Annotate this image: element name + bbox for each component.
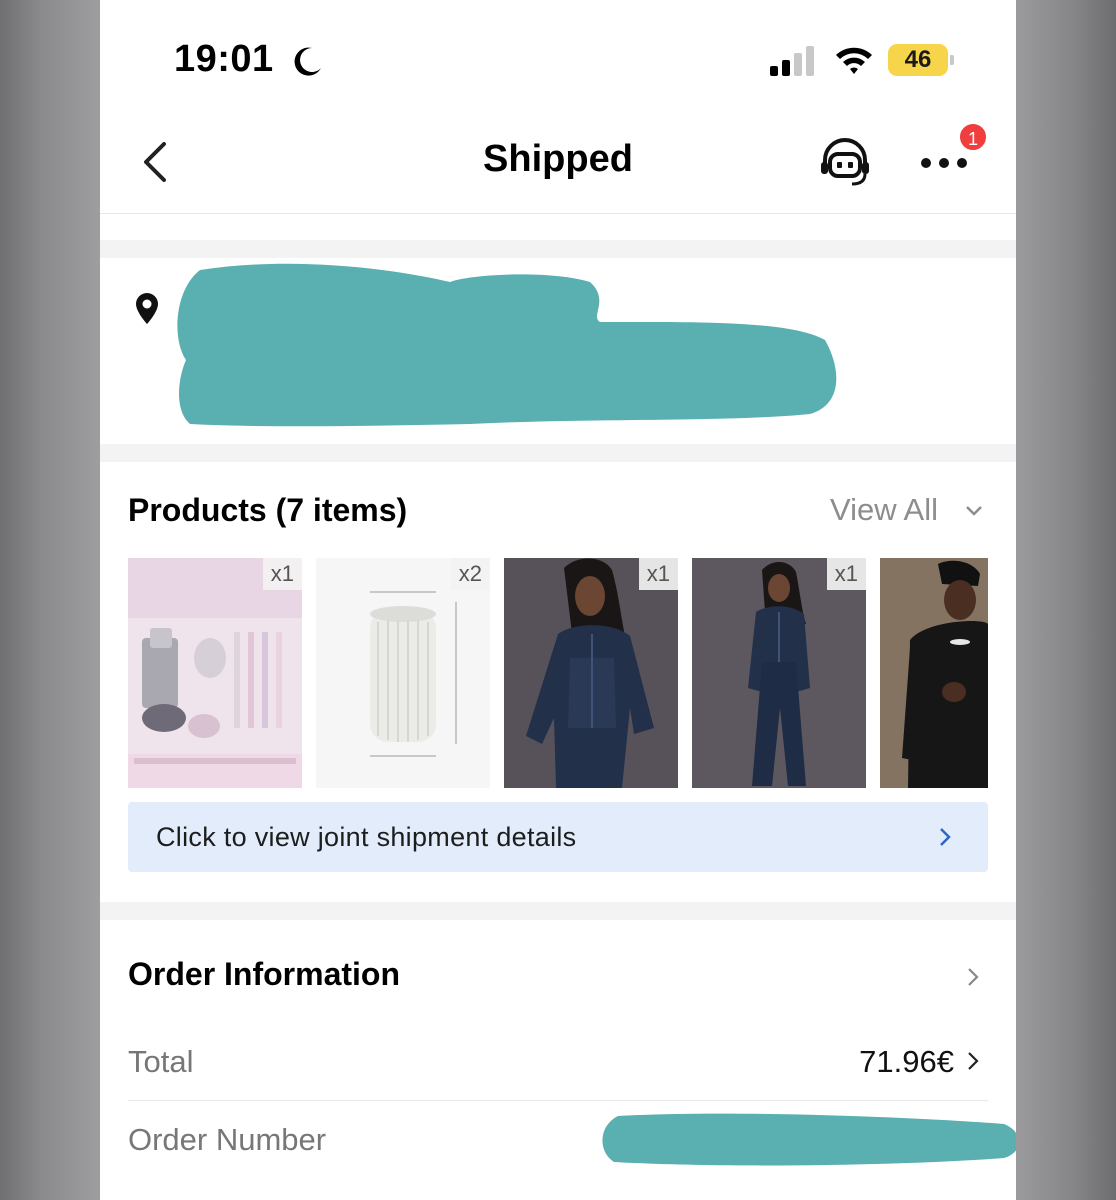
products-title: Products (7 items) — [128, 492, 408, 528]
product-thumb-vase[interactable]: x2 — [316, 558, 490, 788]
notification-badge: 1 — [958, 122, 988, 152]
redacted-address — [177, 263, 837, 427]
total-label: Total — [128, 1044, 194, 1079]
sweatshirt-image — [880, 558, 988, 788]
joint-shipment-text: Click to view joint shipment details — [156, 822, 577, 852]
product-thumbnails: x1 x2 x1 x1 — [128, 558, 1016, 788]
chevron-right-icon[interactable] — [966, 1050, 980, 1072]
status-bar: 19:01 46 — [100, 0, 1016, 110]
section-divider — [100, 444, 1016, 462]
order-information-title[interactable]: Order Information — [128, 956, 400, 993]
status-time: 19:01 — [174, 38, 274, 80]
section-divider — [100, 902, 1016, 920]
phone-screen: 19:01 46 Shipped 1 Products (7 items) Vi… — [100, 0, 1016, 1200]
pen-set-image — [128, 558, 302, 788]
nav-bar: Shipped 1 — [100, 110, 1016, 214]
product-qty: x1 — [262, 558, 302, 590]
row-divider — [128, 1100, 988, 1101]
page-title: Shipped — [483, 138, 633, 180]
product-thumb-sweatshirt[interactable] — [880, 558, 988, 788]
moon-icon — [294, 47, 321, 76]
wifi-icon — [836, 47, 872, 74]
denim-set-image — [692, 558, 866, 788]
vase-image — [316, 558, 490, 788]
total-value[interactable]: 71.96€ — [859, 1044, 954, 1080]
denim-set-image — [504, 558, 678, 788]
product-thumb-pen-set[interactable]: x1 — [128, 558, 302, 788]
section-divider — [100, 240, 1016, 258]
chevron-down-icon[interactable] — [964, 504, 984, 518]
signal-icon — [770, 46, 814, 76]
battery-icon: 46 — [888, 44, 948, 76]
customer-service-icon[interactable] — [818, 138, 872, 188]
product-qty: x1 — [826, 558, 866, 590]
products-section: Products (7 items) View All x1 x2 x1 x1 … — [100, 462, 1016, 902]
order-information-section: Order Information Total 71.96€ Order Num… — [100, 920, 1016, 1200]
address-section[interactable] — [100, 258, 1016, 444]
product-qty: x1 — [638, 558, 678, 590]
product-qty: x2 — [450, 558, 490, 590]
location-pin-icon — [136, 293, 158, 324]
chevron-right-icon — [940, 828, 951, 846]
order-number-label: Order Number — [128, 1122, 327, 1157]
joint-shipment-banner[interactable]: Click to view joint shipment details — [128, 802, 988, 872]
more-icon[interactable] — [918, 148, 970, 178]
redacted-order-number — [602, 1113, 1016, 1166]
product-thumb-denim-1[interactable]: x1 — [504, 558, 678, 788]
battery-cap — [950, 55, 954, 65]
view-all-link[interactable]: View All — [830, 492, 938, 528]
product-thumb-denim-2[interactable]: x1 — [692, 558, 866, 788]
chevron-right-icon[interactable] — [966, 966, 980, 988]
